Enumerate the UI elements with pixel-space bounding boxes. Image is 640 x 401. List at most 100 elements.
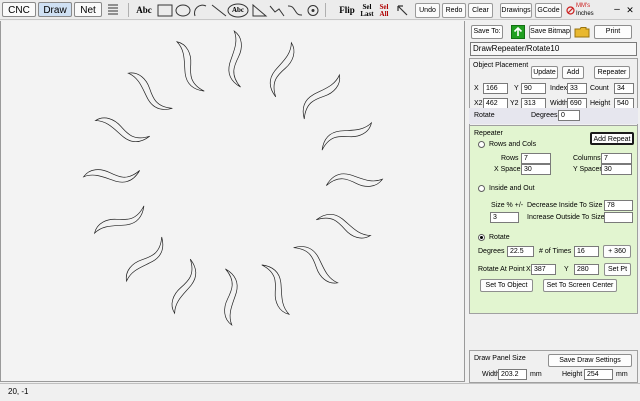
panel-height-input[interactable]: 254 <box>584 369 613 380</box>
repeated-shape[interactable] <box>127 65 173 117</box>
line-tool-icon[interactable] <box>210 3 228 18</box>
drawings-button[interactable]: Drawings <box>500 3 532 18</box>
repeat-degrees-label: Degrees <box>478 248 505 255</box>
repeated-shape[interactable] <box>163 258 203 315</box>
index-input[interactable]: 33 <box>567 83 587 94</box>
save-to-button[interactable]: Save To: <box>471 25 503 39</box>
select-all-line-2: All <box>379 10 389 18</box>
text-circle-tool-icon[interactable]: Abc <box>227 3 249 18</box>
inside-out-label: Inside and Out <box>489 185 535 192</box>
triangle-tool-icon[interactable] <box>250 3 268 18</box>
save-icon[interactable] <box>511 25 525 39</box>
tab-net[interactable]: Net <box>74 2 102 17</box>
polyline-tool-icon[interactable] <box>268 3 286 18</box>
repeated-shape[interactable] <box>175 38 205 94</box>
repeated-shape[interactable] <box>316 208 372 248</box>
count-label: Count <box>590 85 609 92</box>
print-button[interactable]: Print <box>594 25 632 39</box>
folder-icon[interactable] <box>574 26 590 38</box>
rows-cols-radio[interactable] <box>478 141 485 148</box>
mm-label: MM's <box>576 3 591 9</box>
rotate-label: Rotate <box>474 112 495 119</box>
repeated-shape[interactable] <box>226 30 248 88</box>
panel-width-unit: mm <box>530 371 542 378</box>
select-all-button[interactable]: Sel All <box>376 3 392 18</box>
repeated-shape[interactable] <box>91 205 147 235</box>
x-input[interactable]: 166 <box>483 83 508 94</box>
save-bitmap-button[interactable]: Save Bitmap <box>529 25 571 39</box>
menu-icon[interactable] <box>106 3 124 18</box>
panel-height-unit: mm <box>616 371 628 378</box>
object-placement-title: Object Placement <box>473 62 529 69</box>
rotate-radio[interactable] <box>478 234 485 241</box>
rotate-point-x-input[interactable]: 387 <box>531 264 556 275</box>
tab-draw[interactable]: Draw <box>38 2 72 17</box>
times-input[interactable]: 16 <box>574 246 599 257</box>
curve-tool-icon[interactable] <box>286 3 304 18</box>
repeated-shape[interactable] <box>82 163 140 185</box>
count-input[interactable]: 34 <box>614 83 634 94</box>
rectangle-tool-icon[interactable] <box>156 3 174 18</box>
rotate-point-y-input[interactable]: 280 <box>574 264 599 275</box>
repeated-shape[interactable] <box>94 108 150 148</box>
set-to-screen-center-button[interactable]: Set To Screen Center <box>543 279 617 292</box>
size-percent-input[interactable]: 3 <box>490 212 519 223</box>
toolbar-divider <box>325 3 326 17</box>
repeated-shape[interactable] <box>326 171 384 193</box>
gear-tool-icon[interactable] <box>304 3 322 18</box>
x-spacer-input[interactable]: 30 <box>521 164 551 175</box>
rotate-point-y-label: Y <box>564 266 569 273</box>
undo-button[interactable]: Undo <box>415 3 440 18</box>
select-last-button[interactable]: Sel Last <box>358 3 376 18</box>
ellipse-tool-icon[interactable] <box>174 3 192 18</box>
rotate-degrees-input[interactable]: 0 <box>558 110 580 121</box>
add-repeat-button[interactable]: Add Repeat <box>590 132 634 145</box>
columns-input[interactable]: 7 <box>601 153 632 164</box>
y-label: Y <box>514 85 519 92</box>
inside-out-radio[interactable] <box>478 185 485 192</box>
tab-cnc[interactable]: CNC <box>2 2 36 17</box>
main-toolbar: CNC Draw Net Abc Abc Flip Sel Last Sel A… <box>0 0 640 20</box>
increase-size-input[interactable] <box>604 212 633 223</box>
clear-button[interactable]: Clear <box>468 3 493 18</box>
set-to-object-button[interactable]: Set To Object <box>480 279 533 292</box>
drawing-name-field[interactable]: DrawRepeater/Rotate10 <box>470 42 637 56</box>
panel-width-input[interactable]: 203.2 <box>498 369 527 380</box>
decrease-size-label: Decrease Inside To Size % <box>527 202 611 209</box>
gcode-button[interactable]: GCode <box>535 3 562 18</box>
size-percent-label: Size % +/- <box>491 202 524 209</box>
settings-panel: Save To: Save Bitmap Print DrawRepeater/… <box>467 21 640 383</box>
y-spacer-input[interactable]: 30 <box>601 164 632 175</box>
repeated-shape[interactable] <box>263 41 303 98</box>
close-button[interactable]: ✕ <box>624 3 636 17</box>
update-button[interactable]: Update <box>531 66 558 79</box>
units-toggle-icon[interactable] <box>566 3 575 18</box>
y-input[interactable]: 90 <box>521 83 546 94</box>
pointer-icon[interactable] <box>394 3 412 18</box>
drawing-canvas[interactable] <box>0 21 465 382</box>
repeated-shape[interactable] <box>293 239 339 291</box>
draw-panel-size-title: Draw Panel Size <box>474 355 526 362</box>
rows-input[interactable]: 7 <box>521 153 551 164</box>
units-toggle-labels[interactable]: MM's Inches <box>576 2 594 18</box>
panel-height-label: Height <box>562 371 583 378</box>
save-draw-settings-button[interactable]: Save Draw Settings <box>548 354 632 367</box>
repeated-shape[interactable] <box>296 73 348 120</box>
repeated-shape[interactable] <box>261 261 291 317</box>
plus-360-button[interactable]: + 360 <box>603 245 631 258</box>
arc-tool-icon[interactable] <box>192 3 210 18</box>
repeated-shape[interactable] <box>118 236 170 283</box>
minimize-button[interactable]: – <box>612 3 622 17</box>
set-point-button[interactable]: Set Pt <box>604 263 631 276</box>
repeated-shape[interactable] <box>319 121 375 151</box>
drawing-svg <box>82 30 384 326</box>
add-button[interactable]: Add <box>562 66 584 79</box>
y-spacer-label: Y Spacer <box>573 166 602 173</box>
repeater-button[interactable]: Repeater <box>594 66 630 79</box>
decrease-size-input[interactable]: 78 <box>604 200 633 211</box>
repeat-degrees-input[interactable]: 22.5 <box>507 246 534 257</box>
text-tool-button[interactable]: Abc <box>133 3 155 18</box>
redo-button[interactable]: Redo <box>442 3 466 18</box>
flip-button[interactable]: Flip <box>337 3 357 18</box>
repeated-shape[interactable] <box>218 268 240 326</box>
